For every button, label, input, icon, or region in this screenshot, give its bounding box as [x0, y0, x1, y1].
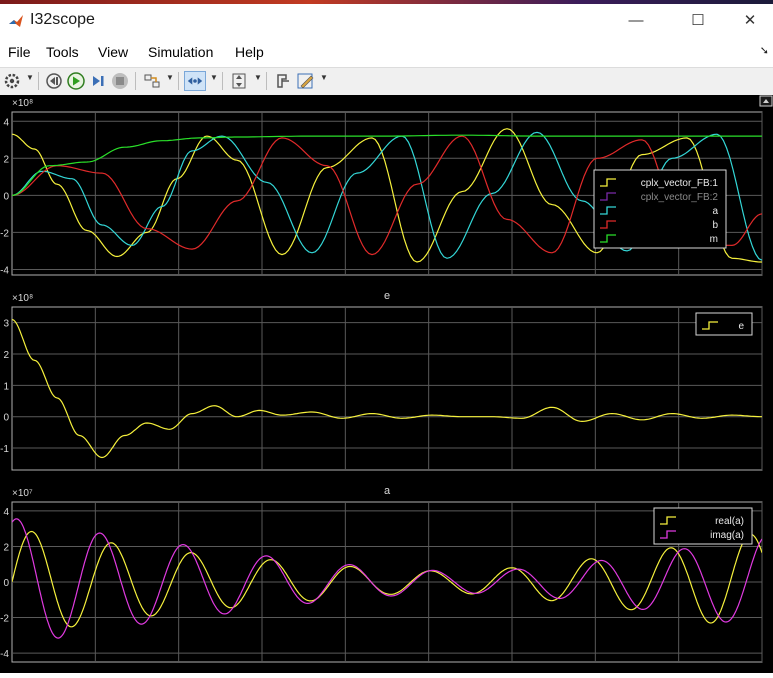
edit-dropdown-arrow-icon[interactable]: ▼: [320, 73, 328, 82]
axes-title: e: [384, 290, 390, 302]
maximize-button[interactable]: ☐: [678, 8, 718, 34]
y-tick-label: 4: [3, 117, 9, 128]
y-tick-label: 4: [3, 507, 9, 518]
plots-group: 4 2 0 -2 -4 ×10⁸ cplx_vector_FB:1 cplx_vector_F…: [0, 98, 763, 663]
series-line-1: [12, 530, 762, 628]
axes-border: [11, 306, 763, 471]
toolbar-separator: [135, 72, 136, 90]
menu-file[interactable]: File: [8, 44, 31, 60]
minimize-button[interactable]: —: [616, 8, 656, 34]
dock-pin-icon[interactable]: ➘: [760, 44, 769, 57]
zoom-dropdown-arrow-icon[interactable]: ▼: [210, 73, 218, 82]
y-tick-label: 0: [3, 578, 9, 589]
axes-3: 4 2 0 -2 -4 ×10⁷ a real(a) imag(a): [0, 485, 763, 663]
undock-icon[interactable]: [759, 95, 773, 107]
close-button[interactable]: ✕: [730, 8, 770, 34]
y-tick-label: -4: [0, 265, 9, 276]
axes-1: 4 2 0 -2 -4 ×10⁸ cplx_vector_FB:1 cplx_vector_F…: [0, 98, 763, 276]
toolbar-separator: [38, 72, 39, 90]
stop-icon[interactable]: [109, 71, 131, 91]
zoom-x-icon[interactable]: [184, 71, 206, 91]
y-tick-label: 2: [3, 154, 9, 165]
y-tick-label: 0: [3, 413, 9, 424]
legend-label: m: [710, 234, 718, 245]
y-axis-exponent: ×10⁸: [12, 98, 33, 109]
y-tick-label: 2: [3, 542, 9, 553]
y-tick-label: -2: [0, 228, 9, 239]
legend-label: cplx_vector_FB:2: [641, 192, 719, 203]
axes-title: a: [384, 485, 391, 497]
menu-tools[interactable]: Tools: [46, 44, 79, 60]
legend-label: real(a): [715, 516, 744, 527]
legend-label: imag(a): [710, 530, 744, 541]
y-tick-label: -4: [0, 649, 9, 660]
matlab-app-icon: [8, 13, 24, 29]
y-tick-label: -1: [0, 444, 9, 455]
plot-area: 4 2 0 -2 -4 ×10⁸ cplx_vector_FB:1 cplx_vector_F…: [0, 95, 773, 673]
series-line-2: [12, 518, 762, 639]
menu-help[interactable]: Help: [235, 44, 264, 60]
highlight-dropdown-arrow-icon[interactable]: ▼: [166, 73, 174, 82]
axes-2: 3 2 1 0 -1 ×10⁸ e e: [0, 290, 763, 471]
edit-icon[interactable]: [295, 71, 317, 91]
title-bar: I32scope — ☐ ✕: [0, 4, 773, 36]
menu-view[interactable]: View: [98, 44, 128, 60]
window-title: I32scope: [30, 11, 95, 28]
y-tick-label: -2: [0, 614, 9, 625]
legend-label: a: [712, 206, 718, 217]
legend-label: cplx_vector_FB:1: [641, 178, 719, 189]
legend-label: e: [738, 321, 744, 332]
settings-dropdown-arrow-icon[interactable]: ▼: [26, 73, 34, 82]
scope-plots-svg: 4 2 0 -2 -4 ×10⁸ cplx_vector_FB:1 cplx_vector_F…: [0, 95, 773, 663]
y-tick-label: 0: [3, 191, 9, 202]
toolbar-separator: [222, 72, 223, 90]
y-tick-label: 1: [3, 381, 9, 392]
legend-label: b: [712, 220, 718, 231]
toolbar-separator: [178, 72, 179, 90]
run-icon[interactable]: [65, 71, 87, 91]
series-line-1: [12, 318, 762, 459]
settings-icon[interactable]: [3, 71, 25, 91]
scale-dropdown-arrow-icon[interactable]: ▼: [254, 73, 262, 82]
y-axis-exponent: ×10⁸: [12, 293, 33, 304]
step-forward-icon[interactable]: [87, 71, 109, 91]
menu-simulation[interactable]: Simulation: [148, 44, 213, 60]
menu-bar: File Tools View Simulation Help ➘: [0, 38, 773, 66]
y-tick-label: 3: [3, 319, 9, 330]
highlight-icon[interactable]: [141, 71, 163, 91]
zoom-y-icon[interactable]: [228, 71, 250, 91]
cursor-icon[interactable]: [272, 71, 294, 91]
y-tick-label: 2: [3, 350, 9, 361]
toolbar-separator: [266, 72, 267, 90]
toolbar: ▼ ▼ ▼ ▼ ▼: [0, 67, 773, 96]
step-back-icon[interactable]: [43, 71, 65, 91]
y-axis-exponent: ×10⁷: [12, 488, 33, 499]
